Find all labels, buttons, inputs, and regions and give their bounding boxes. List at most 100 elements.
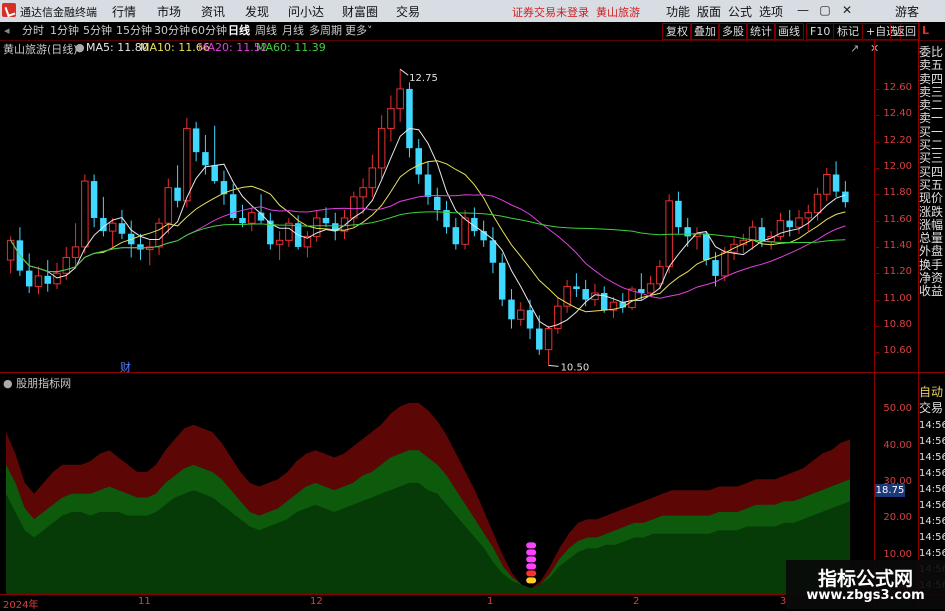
candle[interactable]: [452, 217, 460, 250]
menu-quotes[interactable]: 行情: [112, 3, 136, 20]
menu-discover[interactable]: 发现: [245, 3, 269, 20]
candle[interactable]: [600, 286, 608, 313]
candle[interactable]: [340, 210, 349, 240]
candle[interactable]: [489, 227, 497, 274]
draw-line-button[interactable]: 画线: [774, 23, 804, 40]
candle[interactable]: [350, 191, 358, 228]
candle[interactable]: [443, 200, 450, 234]
candle[interactable]: [786, 210, 793, 237]
finance-marker[interactable]: 财: [120, 359, 131, 375]
candle[interactable]: [368, 154, 377, 197]
candle[interactable]: [498, 253, 506, 307]
candle[interactable]: [795, 210, 803, 234]
back-button[interactable]: 返回: [890, 23, 920, 40]
candle[interactable]: [220, 170, 228, 205]
menu-layout[interactable]: 版面: [697, 3, 721, 20]
candle[interactable]: [406, 82, 413, 158]
candle[interactable]: [275, 231, 284, 261]
candle[interactable]: [842, 181, 849, 208]
period-tab-more[interactable]: 更多˅: [345, 23, 373, 39]
candle[interactable]: [90, 174, 98, 228]
candle[interactable]: [155, 217, 163, 255]
candle[interactable]: [767, 231, 775, 250]
candle[interactable]: [192, 121, 200, 162]
candle[interactable]: [6, 236, 15, 274]
candle[interactable]: [34, 266, 43, 295]
candle[interactable]: [183, 117, 191, 208]
guest-user[interactable]: 游客: [895, 3, 919, 20]
period-tab-15min[interactable]: 15分钟: [116, 23, 152, 39]
candle[interactable]: [471, 207, 478, 237]
candle[interactable]: [44, 260, 51, 292]
candle[interactable]: [526, 299, 534, 340]
candle[interactable]: [415, 138, 422, 184]
menu-options[interactable]: 选项: [759, 3, 783, 20]
candle[interactable]: [554, 296, 562, 334]
minimize-button[interactable]: —: [794, 3, 812, 18]
candle[interactable]: [424, 161, 432, 205]
f10-button[interactable]: F10: [806, 23, 835, 40]
adjust-button[interactable]: 复权: [662, 23, 692, 40]
toolbar-back-icon[interactable]: ◂: [4, 23, 10, 39]
candle[interactable]: [285, 217, 293, 247]
candle[interactable]: [118, 210, 126, 240]
multi-stock-button[interactable]: 多股: [718, 23, 748, 40]
candle[interactable]: [665, 194, 673, 274]
candle[interactable]: [303, 231, 312, 258]
candle[interactable]: [71, 223, 80, 267]
candle[interactable]: [248, 207, 256, 232]
candle[interactable]: [823, 167, 831, 201]
candle[interactable]: [804, 204, 813, 232]
candle[interactable]: [137, 233, 144, 261]
menu-market[interactable]: 市场: [157, 3, 181, 20]
candle[interactable]: [461, 210, 469, 250]
candle[interactable]: [174, 165, 181, 208]
menu-formula[interactable]: 公式: [728, 3, 752, 20]
menu-ask[interactable]: 问小达: [288, 3, 324, 20]
candle[interactable]: [693, 227, 701, 250]
candle[interactable]: [239, 204, 246, 228]
candle[interactable]: [322, 207, 330, 228]
candle[interactable]: [387, 95, 395, 142]
zoom-in-icon[interactable]: ↗: [850, 42, 859, 55]
candle[interactable]: [100, 196, 107, 237]
candle[interactable]: [517, 302, 525, 326]
candle[interactable]: [832, 161, 840, 197]
period-tab-1min[interactable]: 1分钟: [50, 23, 79, 39]
login-warning[interactable]: 证券交易未登录 黄山旅游: [512, 4, 640, 20]
close-button[interactable]: ✕: [838, 3, 856, 18]
candle[interactable]: [81, 174, 89, 254]
candle[interactable]: [573, 273, 580, 297]
trade-label[interactable]: 交易: [919, 401, 945, 415]
candle[interactable]: [544, 325, 553, 366]
settings-circle-icon[interactable]: ●: [75, 41, 85, 54]
maximize-button[interactable]: ▢: [816, 3, 834, 18]
overlay-button[interactable]: 叠加: [690, 23, 720, 40]
candle[interactable]: [434, 187, 441, 221]
stats-button[interactable]: 统计: [746, 23, 776, 40]
candlestick-chart[interactable]: 12.75 10.50: [0, 56, 874, 372]
period-tab-5min[interactable]: 5分钟: [83, 23, 112, 39]
candle[interactable]: [146, 240, 154, 266]
candle[interactable]: [813, 187, 822, 221]
period-tab-monthly[interactable]: 月线: [282, 23, 304, 39]
period-tab-timeshare[interactable]: 分时: [22, 23, 44, 39]
candle[interactable]: [202, 135, 209, 175]
candle[interactable]: [508, 289, 515, 329]
menu-wealth-circle[interactable]: 财富圈: [342, 3, 378, 20]
period-tab-30min[interactable]: 30分钟: [154, 23, 190, 39]
candle[interactable]: [776, 212, 785, 241]
candle[interactable]: [332, 212, 339, 241]
period-tab-weekly[interactable]: 周线: [255, 23, 277, 39]
auto-trade-label[interactable]: 自动: [919, 385, 945, 399]
period-tab-daily[interactable]: 日线: [228, 23, 250, 39]
candle[interactable]: [267, 212, 274, 250]
menu-news[interactable]: 资讯: [201, 3, 225, 20]
mark-button[interactable]: 标记: [833, 23, 863, 40]
candle[interactable]: [675, 191, 682, 234]
candle[interactable]: [656, 260, 664, 290]
candle[interactable]: [748, 220, 757, 250]
candle[interactable]: [211, 125, 218, 184]
candle[interactable]: [396, 69, 404, 122]
settings-circle-icon[interactable]: ●: [3, 377, 13, 390]
